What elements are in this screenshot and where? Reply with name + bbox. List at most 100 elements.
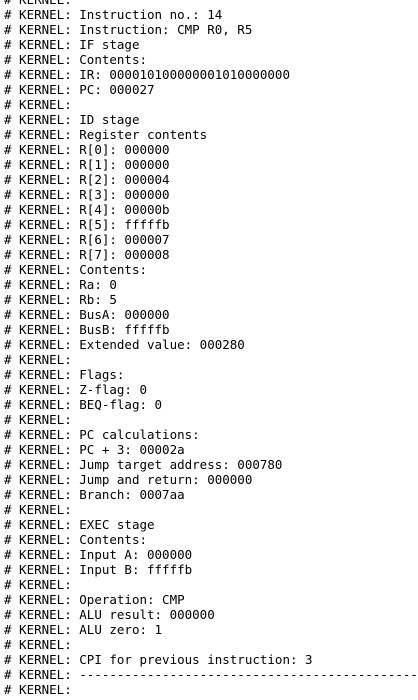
console-line: # KERNEL: xyxy=(4,577,418,592)
console-line-text: IR: 000010100000001010000000 xyxy=(79,67,290,82)
console-line-text: Input A: 000000 xyxy=(79,547,193,562)
console-line-prefix: # KERNEL: xyxy=(4,682,72,697)
console-line-text: R[2]: 000004 xyxy=(79,172,170,187)
console-line-prefix: # KERNEL: xyxy=(4,157,72,172)
console-line-text: R[3]: 000000 xyxy=(79,187,170,202)
console-line-prefix: # KERNEL: xyxy=(4,82,72,97)
console-line-prefix: # KERNEL: xyxy=(4,397,72,412)
console-line-text: R[6]: 000007 xyxy=(79,232,170,247)
console-line-prefix: # KERNEL: xyxy=(4,127,72,142)
console-line: # KERNEL: PC calculations: xyxy=(4,427,418,442)
console-line: # KERNEL: xyxy=(4,97,418,112)
console-line-prefix: # KERNEL: xyxy=(4,532,72,547)
console-line-prefix: # KERNEL: xyxy=(4,607,72,622)
console-line-text: Rb: 5 xyxy=(79,292,117,307)
console-line-prefix: # KERNEL: xyxy=(4,367,72,382)
console-line-text: ALU result: 000000 xyxy=(79,607,215,622)
console-line-text: Branch: 0007aa xyxy=(79,487,185,502)
console-line-prefix: # KERNEL: xyxy=(4,577,72,592)
console-line: # KERNEL: IF stage xyxy=(4,37,418,52)
console-line: # KERNEL: xyxy=(4,352,418,367)
console-line-text: PC calculations: xyxy=(79,427,200,442)
console-line-prefix: # KERNEL: xyxy=(4,202,72,217)
console-line-prefix: # KERNEL: xyxy=(4,112,72,127)
console-line-text: Flags: xyxy=(79,367,125,382)
console-line: # KERNEL: Instruction no.: 14 xyxy=(4,7,418,22)
console-line-prefix: # KERNEL: xyxy=(4,262,72,277)
console-line: # KERNEL: R[2]: 000004 xyxy=(4,172,418,187)
console-line: # KERNEL: Ra: 0 xyxy=(4,277,418,292)
console-line: # KERNEL: Rb: 5 xyxy=(4,292,418,307)
console-line: # KERNEL: ALU result: 000000 xyxy=(4,607,418,622)
console-line-text: EXEC stage xyxy=(79,517,155,532)
console-line: # KERNEL: ID stage xyxy=(4,112,418,127)
console-line: # KERNEL: R[1]: 000000 xyxy=(4,157,418,172)
console-line: # KERNEL: xyxy=(4,682,418,697)
console-line-text: Extended value: 000280 xyxy=(79,337,245,352)
console-line: # KERNEL: BEQ-flag: 0 xyxy=(4,397,418,412)
console-line-text: PC + 3: 00002a xyxy=(79,442,185,457)
console-line-text: PC: 000027 xyxy=(79,82,155,97)
console-line: # KERNEL: Z-flag: 0 xyxy=(4,382,418,397)
console-line-prefix: # KERNEL: xyxy=(4,622,72,637)
console-line: # KERNEL: IR: 000010100000001010000000 xyxy=(4,67,418,82)
console-line-text: ----------------------------------------… xyxy=(79,667,418,682)
console-line-prefix: # KERNEL: xyxy=(4,22,72,37)
console-line-text: Ra: 0 xyxy=(79,277,117,292)
console-line: # KERNEL: EXEC stage xyxy=(4,517,418,532)
console-line-prefix: # KERNEL: xyxy=(4,592,72,607)
console-line: # KERNEL: R[6]: 000007 xyxy=(4,232,418,247)
console-line-prefix: # KERNEL: xyxy=(4,472,72,487)
console-line-prefix: # KERNEL: xyxy=(4,517,72,532)
console-line-prefix: # KERNEL: xyxy=(4,7,72,22)
console-line-text: Contents: xyxy=(79,262,147,277)
console-line-prefix: # KERNEL: xyxy=(4,142,72,157)
console-line-text: Instruction no.: 14 xyxy=(79,7,223,22)
console-line: # KERNEL: Contents: xyxy=(4,532,418,547)
console-line-text: Register contents xyxy=(79,127,208,142)
console-line: # KERNEL: Jump and return: 000000 xyxy=(4,472,418,487)
console-line: # KERNEL: Branch: 0007aa xyxy=(4,487,418,502)
console-line-text: Jump and return: 000000 xyxy=(79,472,253,487)
console-line-prefix: # KERNEL: xyxy=(4,292,72,307)
console-line-prefix: # KERNEL: xyxy=(4,502,72,517)
console-line-text: BEQ-flag: 0 xyxy=(79,397,163,412)
console-line-prefix: # KERNEL: xyxy=(4,322,72,337)
console-line-text: CPI for previous instruction: 3 xyxy=(79,652,313,667)
console-line-prefix: # KERNEL: xyxy=(4,232,72,247)
console-line: # KERNEL: Register contents xyxy=(4,127,418,142)
console-line-prefix: # KERNEL: xyxy=(4,412,72,427)
console-line: # KERNEL: R[0]: 000000 xyxy=(4,142,418,157)
console-line: # KERNEL: PC: 000027 xyxy=(4,82,418,97)
console-line-text: ALU zero: 1 xyxy=(79,622,163,637)
console-line: # KERNEL: R[4]: 00000b xyxy=(4,202,418,217)
console-line-prefix: # KERNEL: xyxy=(4,0,72,7)
console-line-prefix: # KERNEL: xyxy=(4,247,72,262)
console-line: # KERNEL: ALU zero: 1 xyxy=(4,622,418,637)
console-line-text: Z-flag: 0 xyxy=(79,382,147,397)
console-line: # KERNEL: Instruction: CMP R0, R5 xyxy=(4,22,418,37)
console-line-prefix: # KERNEL: xyxy=(4,442,72,457)
console-line: # KERNEL: R[3]: 000000 xyxy=(4,187,418,202)
console-line-text: R[5]: fffffb xyxy=(79,217,170,232)
console-line: # KERNEL: Operation: CMP xyxy=(4,592,418,607)
console-line-prefix: # KERNEL: xyxy=(4,37,72,52)
console-line-text: Contents: xyxy=(79,52,147,67)
console-line: # KERNEL: ------------------------------… xyxy=(4,667,418,682)
console-line: # KERNEL: BusB: fffffb xyxy=(4,322,418,337)
console-line-prefix: # KERNEL: xyxy=(4,547,72,562)
console-line-prefix: # KERNEL: xyxy=(4,172,72,187)
console-line: # KERNEL: R[7]: 000008 xyxy=(4,247,418,262)
console-line: # KERNEL: Input A: 000000 xyxy=(4,547,418,562)
console-line-text: R[1]: 000000 xyxy=(79,157,170,172)
console-line-prefix: # KERNEL: xyxy=(4,427,72,442)
kernel-console-output[interactable]: # KERNEL: # KERNEL: Instruction no.: 14#… xyxy=(4,0,418,697)
console-line-prefix: # KERNEL: xyxy=(4,277,72,292)
console-line-text: BusA: 000000 xyxy=(79,307,170,322)
console-line-text: Operation: CMP xyxy=(79,592,185,607)
console-line-prefix: # KERNEL: xyxy=(4,382,72,397)
console-line-text: Contents: xyxy=(79,532,147,547)
console-line-text: Jump target address: 000780 xyxy=(79,457,283,472)
console-line-prefix: # KERNEL: xyxy=(4,52,72,67)
console-line: # KERNEL: BusA: 000000 xyxy=(4,307,418,322)
